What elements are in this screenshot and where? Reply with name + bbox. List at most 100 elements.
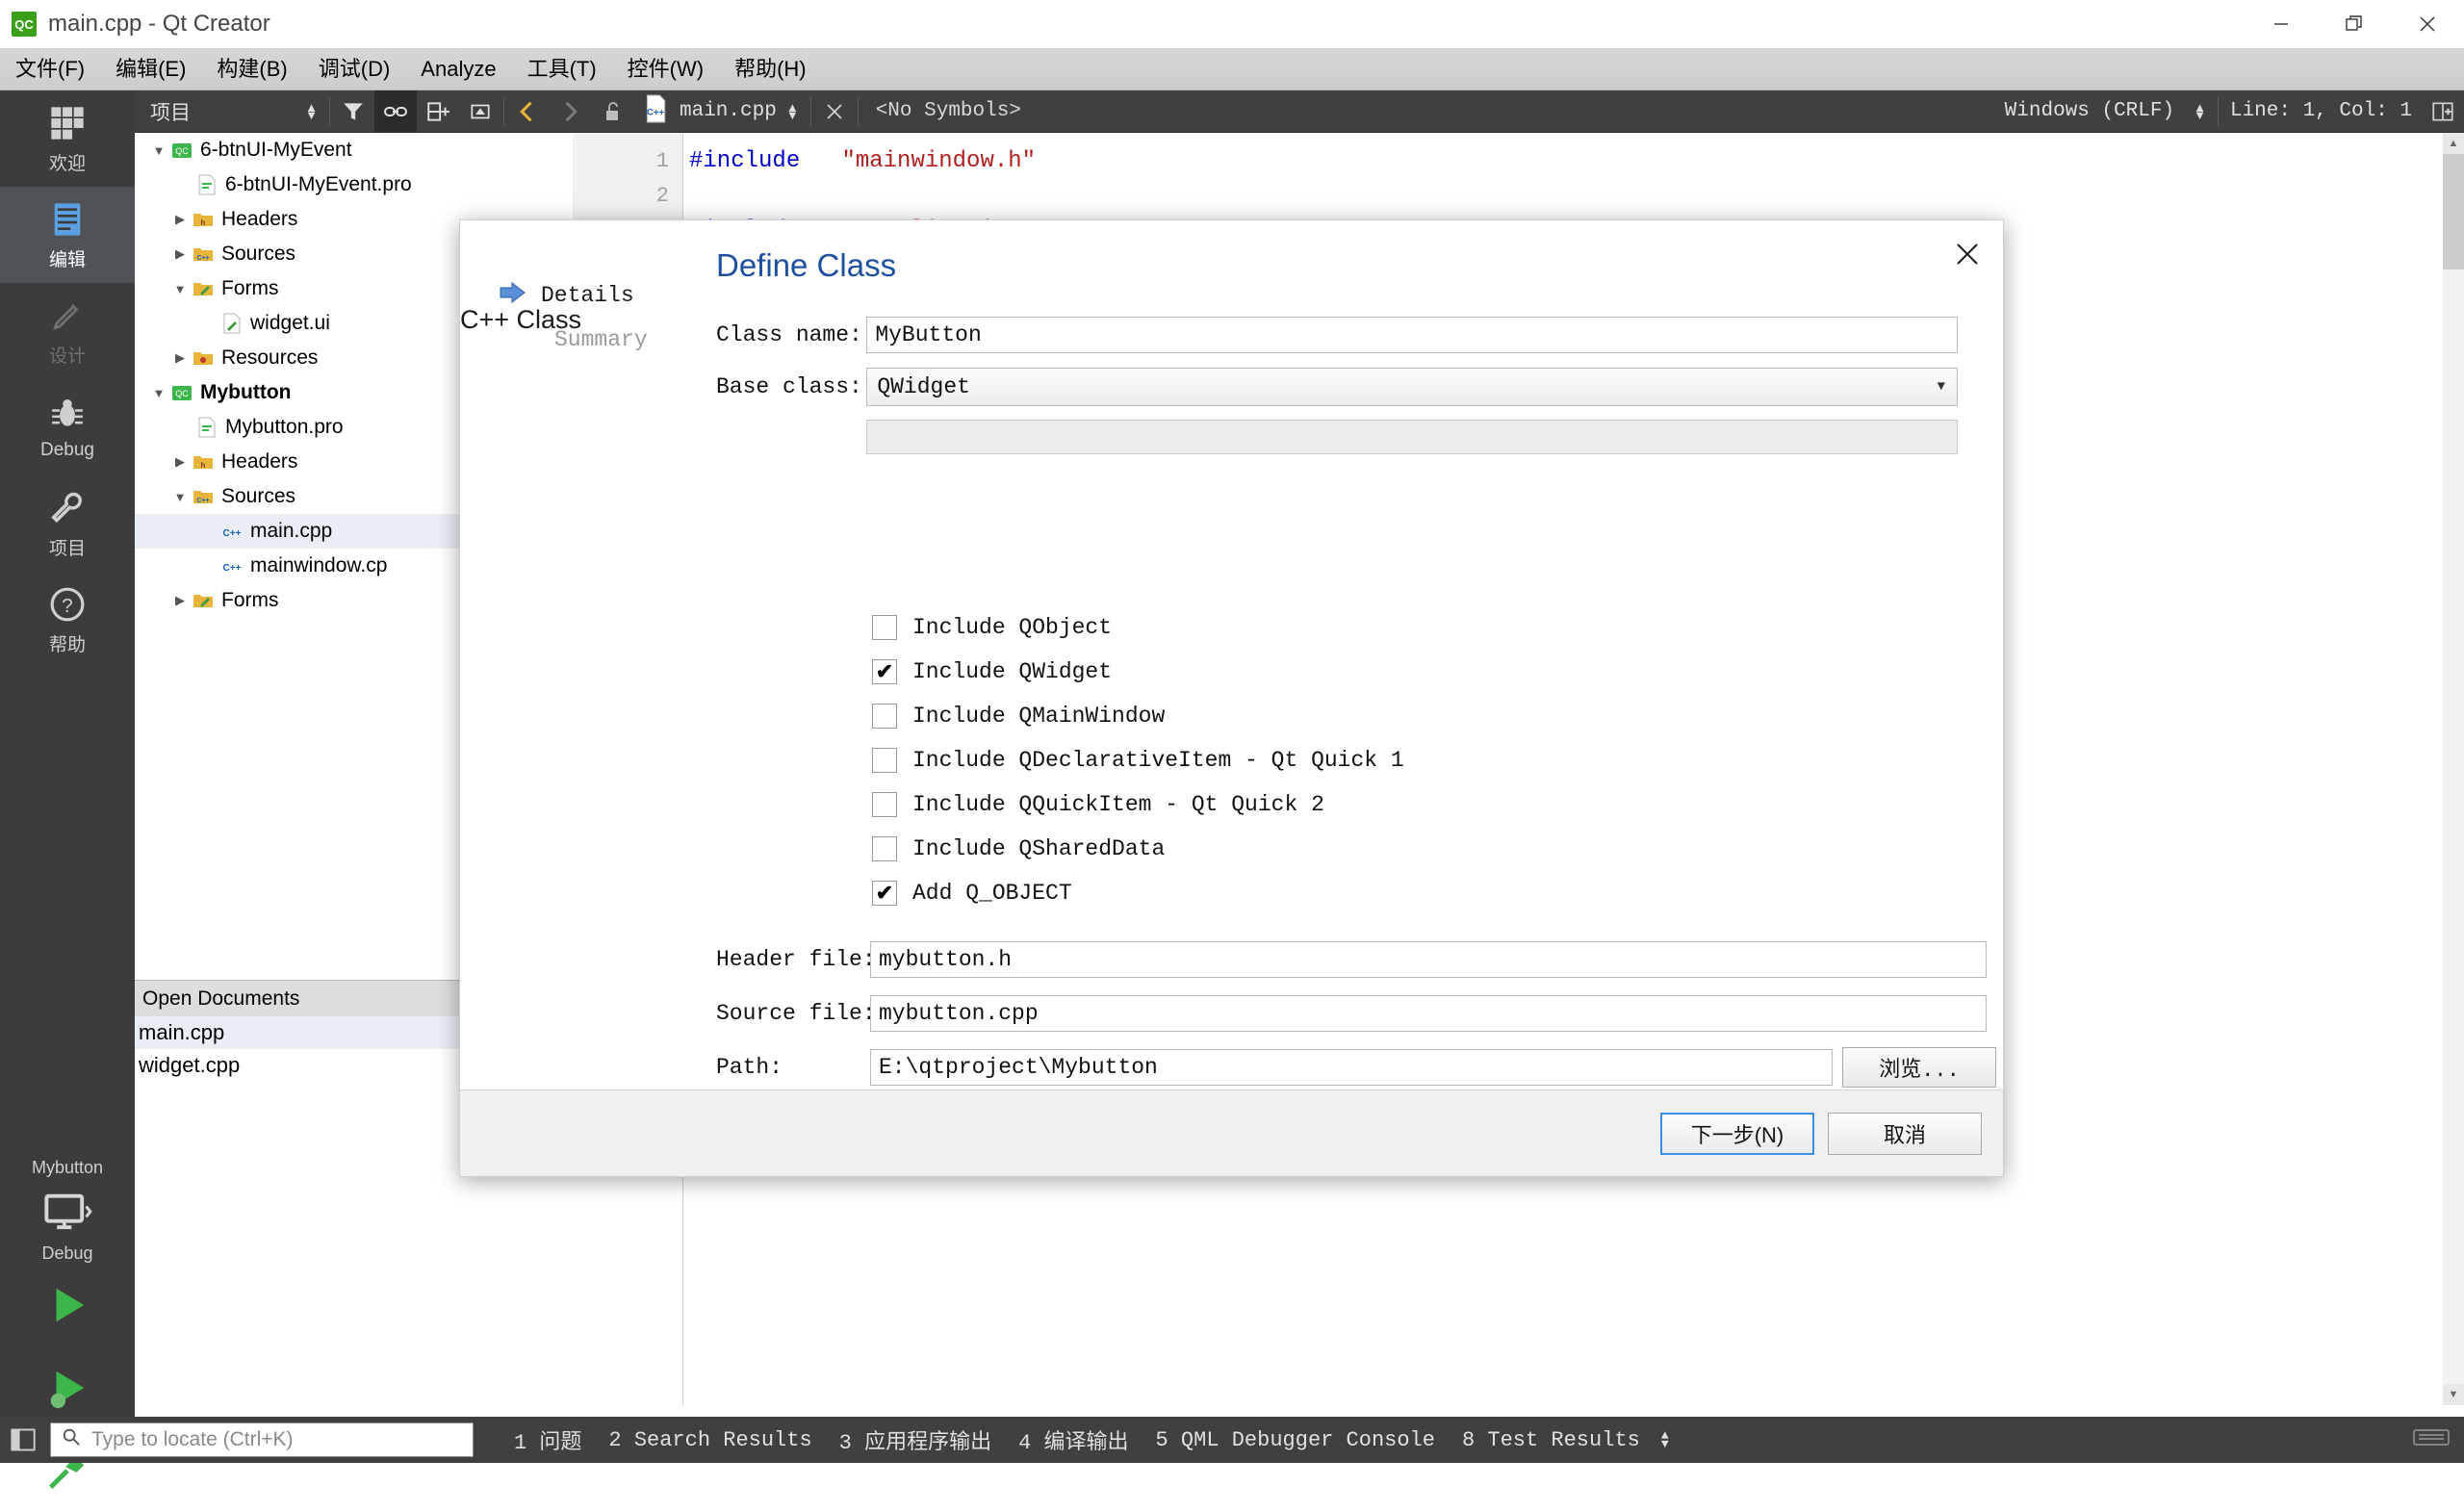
wizard-step-label: Summary bbox=[554, 327, 648, 352]
tree-label: 6-btnUI-MyEvent.pro bbox=[225, 173, 412, 195]
go-back-icon[interactable] bbox=[506, 90, 549, 133]
class-name-input[interactable]: MyButton bbox=[866, 317, 1958, 353]
wizard-step-summary[interactable]: Summary bbox=[499, 318, 720, 362]
symbol-selector[interactable]: <No Symbols> bbox=[860, 100, 1021, 122]
browse-button[interactable]: 浏览... bbox=[1842, 1047, 1996, 1088]
checkbox-qshareddata[interactable] bbox=[872, 836, 897, 861]
chevron-right-icon[interactable]: ▶ bbox=[169, 454, 191, 470]
source-file-label: Source file: bbox=[716, 1001, 876, 1026]
output-pane-qml-debugger-console[interactable]: 5 QML Debugger Console bbox=[1142, 1428, 1449, 1452]
minimize-button[interactable] bbox=[2245, 0, 2318, 48]
output-pane-spinner-icon[interactable]: ▲ ▼ bbox=[1654, 1429, 1677, 1450]
mode-edit-label: 编辑 bbox=[48, 249, 86, 270]
chevron-down-icon[interactable]: ▼ bbox=[169, 282, 191, 296]
pane-label: Search Results bbox=[633, 1427, 812, 1452]
checkbox-qobject[interactable] bbox=[872, 615, 897, 640]
checkbox-row-qshareddata[interactable]: Include QSharedData bbox=[872, 827, 1404, 871]
scroll-up-icon[interactable]: ▲ bbox=[2443, 133, 2464, 154]
bug-icon bbox=[49, 394, 86, 434]
menu-file[interactable]: 文件(F) bbox=[0, 48, 100, 90]
source-file-input[interactable]: mybutton.cpp bbox=[870, 995, 1987, 1032]
locator-input[interactable]: Type to locate (Ctrl+K) bbox=[50, 1422, 474, 1457]
checkbox-row-qquickitem[interactable]: Include QQuickItem - Qt Quick 2 bbox=[872, 782, 1404, 827]
wizard-step-details[interactable]: Details bbox=[499, 273, 720, 318]
menu-widgets[interactable]: 控件(W) bbox=[612, 48, 719, 90]
run-button[interactable] bbox=[0, 1264, 135, 1346]
editor-vertical-scrollbar[interactable] bbox=[2443, 133, 2464, 1405]
mode-edit[interactable]: 编辑 bbox=[0, 187, 135, 283]
split-editor-icon[interactable] bbox=[2422, 90, 2464, 133]
cpp-class-wizard-dialog[interactable]: C++ Class Define Class Details Summary C… bbox=[459, 219, 2004, 1177]
lock-icon[interactable] bbox=[591, 90, 633, 133]
checkbox-qmainwindow[interactable] bbox=[872, 704, 897, 729]
pro-file-icon bbox=[194, 417, 219, 438]
cancel-button[interactable]: 取消 bbox=[1828, 1112, 1982, 1155]
mode-projects[interactable]: 项目 bbox=[0, 475, 135, 572]
next-button[interactable]: 下一步(N) bbox=[1660, 1112, 1814, 1155]
divider bbox=[503, 96, 504, 126]
tree-row[interactable]: 6-btnUI-MyEvent.pro bbox=[135, 167, 573, 202]
menu-tools[interactable]: 工具(T) bbox=[512, 48, 612, 90]
scrollbar-thumb[interactable] bbox=[2443, 154, 2464, 269]
file-combo-spinner-icon: ▲ ▼ bbox=[785, 99, 799, 122]
checkbox-row-qobject-macro[interactable]: ✔ Add Q_OBJECT bbox=[872, 871, 1404, 915]
menu-build[interactable]: 构建(B) bbox=[201, 48, 302, 90]
close-window-button[interactable] bbox=[2391, 0, 2464, 48]
checkbox-add-q-object[interactable]: ✔ bbox=[872, 881, 897, 906]
tree-row[interactable]: ▼ QC 6-btnUI-MyEvent bbox=[135, 133, 573, 167]
maximize-button[interactable] bbox=[2318, 0, 2391, 48]
keyboard-icon[interactable] bbox=[2412, 1425, 2451, 1455]
mode-welcome[interactable]: 欢迎 bbox=[0, 90, 135, 187]
svg-text:C++: C++ bbox=[196, 498, 209, 504]
output-pane-problems[interactable]: 1 问题 bbox=[500, 1424, 595, 1455]
split-icon[interactable] bbox=[417, 90, 459, 133]
menu-analyze[interactable]: Analyze bbox=[405, 48, 511, 90]
chevron-right-icon[interactable]: ▶ bbox=[169, 350, 191, 366]
chevron-down-icon[interactable]: ▼ bbox=[148, 143, 169, 158]
checkbox-qquickitem[interactable] bbox=[872, 792, 897, 817]
menu-edit[interactable]: 编辑(E) bbox=[100, 48, 201, 90]
output-pane-compile-output[interactable]: 4 编译输出 bbox=[1005, 1424, 1142, 1455]
checkbox-row-qmainwindow[interactable]: Include QMainWindow bbox=[872, 694, 1404, 738]
chevron-right-icon[interactable]: ▶ bbox=[169, 593, 191, 608]
menu-help[interactable]: 帮助(H) bbox=[719, 48, 822, 90]
chevron-down-icon[interactable]: ▼ bbox=[148, 386, 169, 400]
checkbox-row-qdeclarativeitem[interactable]: Include QDeclarativeItem - Qt Quick 1 bbox=[872, 738, 1404, 782]
checkbox-qwidget[interactable]: ✔ bbox=[872, 659, 897, 684]
checkbox-row-qobject[interactable]: Include QObject bbox=[872, 605, 1404, 650]
path-input[interactable]: E:\qtproject\Mybutton bbox=[870, 1049, 1833, 1086]
checkbox-qdeclarativeitem[interactable] bbox=[872, 748, 897, 773]
close-document-button[interactable] bbox=[813, 90, 856, 133]
close-icon bbox=[827, 103, 842, 119]
chevron-right-icon[interactable]: ▶ bbox=[169, 246, 191, 262]
mode-design[interactable]: 设计 bbox=[0, 283, 135, 379]
mode-help[interactable]: ? 帮助 bbox=[0, 572, 135, 668]
synchronize-icon[interactable] bbox=[374, 90, 417, 133]
pane-label: 问题 bbox=[539, 1431, 582, 1455]
close-split-icon[interactable] bbox=[459, 90, 501, 133]
window-title: main.cpp - Qt Creator bbox=[48, 11, 270, 37]
svg-text:QC: QC bbox=[175, 146, 189, 156]
output-pane-application-output[interactable]: 3 应用程序输出 bbox=[826, 1424, 1005, 1455]
mode-debug[interactable]: Debug bbox=[0, 379, 135, 475]
sources-folder-icon: C++ bbox=[191, 486, 216, 507]
scroll-down-icon[interactable]: ▼ bbox=[2443, 1384, 2464, 1405]
view-selector-combo[interactable]: 项目 ▲ ▼ bbox=[135, 90, 327, 133]
dialog-close-button[interactable] bbox=[1945, 232, 1989, 276]
header-file-input[interactable]: mybutton.h bbox=[870, 941, 1987, 978]
line-number: 1 bbox=[655, 149, 669, 173]
base-class-combo[interactable]: QWidget ▼ bbox=[866, 368, 1958, 406]
current-file-combo[interactable]: C++ main.cpp ▲ ▼ bbox=[633, 90, 808, 133]
toggle-sidebar-button[interactable] bbox=[0, 1417, 46, 1463]
line-ending-selector[interactable]: Windows (CRLF) bbox=[1995, 100, 2184, 122]
filter-icon[interactable] bbox=[332, 90, 374, 133]
title-bar: QC main.cpp - Qt Creator bbox=[0, 0, 2464, 48]
cpp-file-icon: C++ bbox=[219, 521, 244, 542]
output-pane-search-results[interactable]: 2 Search Results bbox=[595, 1428, 825, 1452]
go-forward-icon[interactable] bbox=[549, 90, 591, 133]
checkbox-row-qwidget[interactable]: ✔ Include QWidget bbox=[872, 650, 1404, 694]
output-pane-test-results[interactable]: 8 Test Results bbox=[1449, 1428, 1654, 1452]
menu-debug[interactable]: 调试(D) bbox=[303, 48, 406, 90]
chevron-right-icon[interactable]: ▶ bbox=[169, 212, 191, 227]
chevron-down-icon[interactable]: ▼ bbox=[169, 490, 191, 504]
